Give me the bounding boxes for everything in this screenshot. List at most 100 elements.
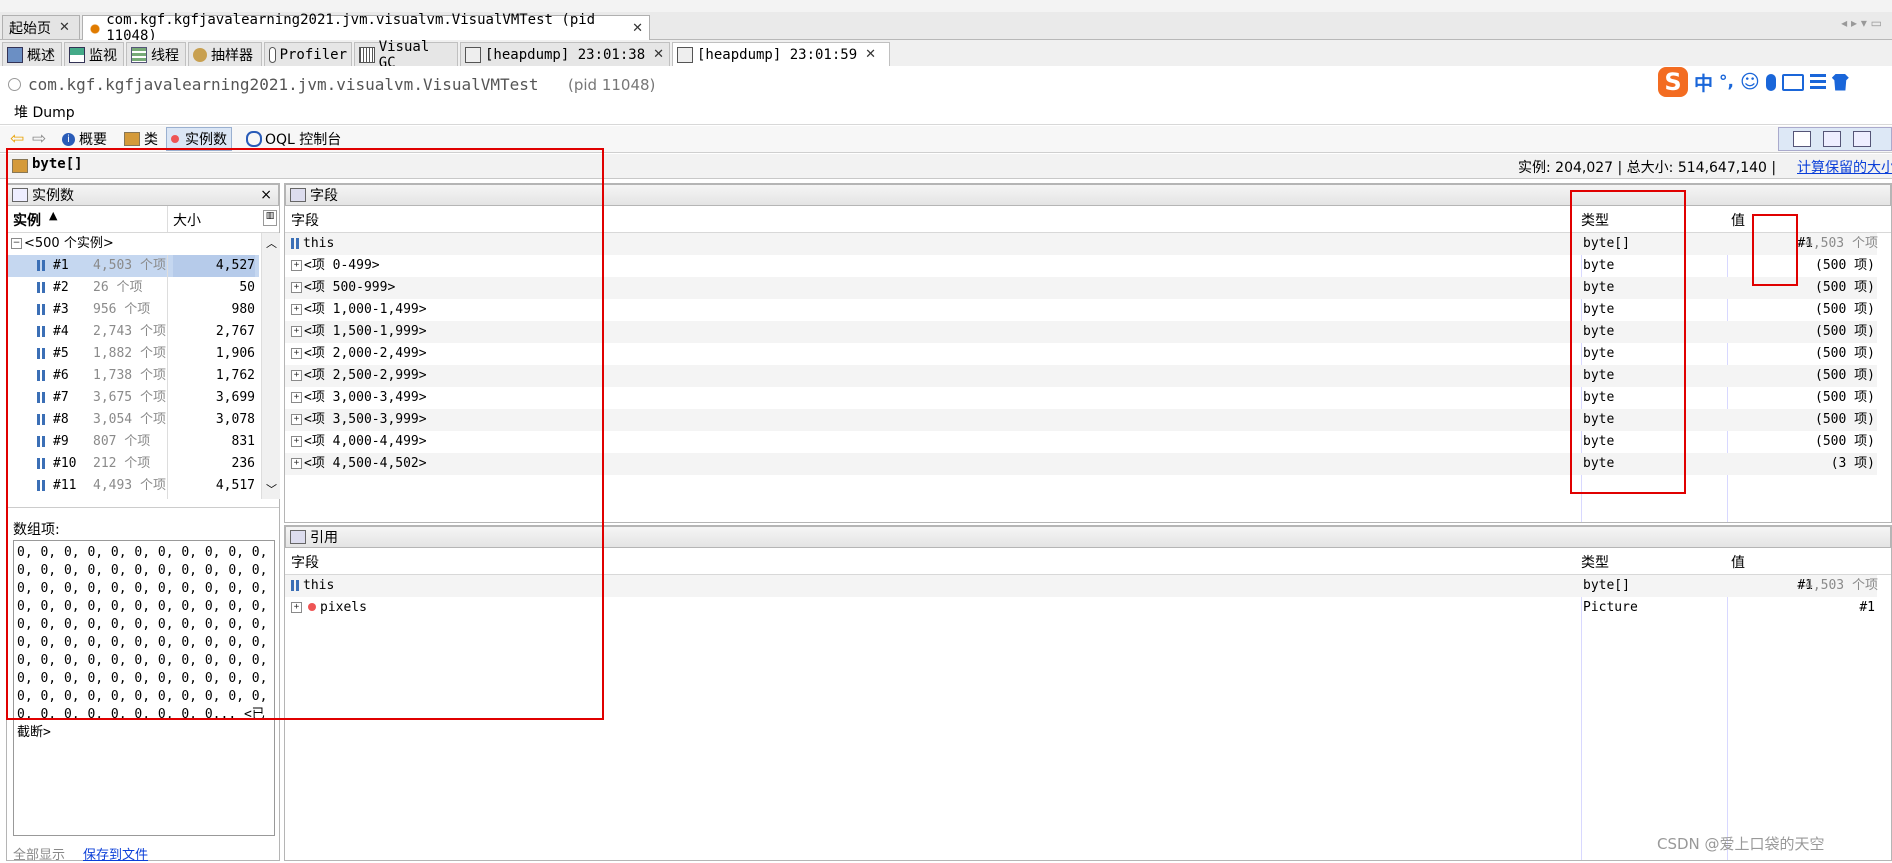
reference-row-pixels[interactable]: + pixels Picture #1	[285, 597, 1877, 619]
field-name: <项 1,500-1,999>	[304, 324, 427, 339]
tab-scroll-arrows[interactable]: ◂ ▸ ▾ ▭	[1841, 16, 1882, 30]
array-icon	[37, 480, 47, 491]
ime-language[interactable]: 中	[1694, 69, 1713, 96]
view-mode-2-icon[interactable]	[1823, 131, 1841, 147]
close-icon[interactable]: ✕	[653, 47, 664, 62]
tab-visualvm-app[interactable]: com.kgf.kgfjavalearning2021.jvm.visualvm…	[82, 12, 650, 44]
expand-icon[interactable]: +	[291, 370, 302, 381]
instance-row[interactable]: #5 1,882 个项 1,906	[7, 343, 259, 365]
column-instance[interactable]: 实例	[13, 210, 41, 230]
instance-row[interactable]: #3 956 个项 980	[7, 299, 259, 321]
collapse-icon[interactable]: −	[11, 238, 22, 249]
save-to-file-link[interactable]: 保存到文件	[83, 844, 148, 863]
instance-row[interactable]: #11 4,493 个项 4,517	[7, 475, 259, 497]
tab-profiler[interactable]: Profiler	[264, 42, 352, 66]
field-row[interactable]: + <项 4,500-4,502> byte (3 项)	[285, 453, 1877, 475]
expand-icon[interactable]: +	[291, 414, 302, 425]
nav-summary[interactable]: i 概要	[62, 128, 107, 150]
column-divider	[167, 365, 168, 387]
sogou-logo-icon[interactable]: S	[1658, 67, 1688, 97]
field-type: byte	[1583, 390, 1615, 405]
column-type[interactable]: 类型	[1581, 552, 1609, 572]
scroll-down-icon[interactable]: ﹀	[266, 481, 277, 497]
tab-visual-gc[interactable]: Visual GC	[354, 39, 458, 71]
close-icon[interactable]: ×	[260, 187, 272, 203]
field-row[interactable]: this byte[] #1 4,503 个项	[285, 233, 1878, 255]
field-row[interactable]: + <项 500-999> byte (500 项)	[285, 277, 1877, 299]
tab-overview[interactable]: 概述	[2, 42, 62, 66]
instance-row[interactable]: #8 3,054 个项 3,078	[7, 409, 259, 431]
nav-classes[interactable]: 类	[124, 128, 158, 150]
field-row[interactable]: + <项 2,500-2,999> byte (500 项)	[285, 365, 1877, 387]
instance-row[interactable]: #1 4,503 个项 4,527	[7, 255, 259, 277]
field-row[interactable]: + <项 2,000-2,499> byte (500 项)	[285, 343, 1877, 365]
array-icon	[37, 304, 47, 315]
instance-row[interactable]: #12 2,566 个项 2,590	[7, 497, 259, 499]
expand-icon[interactable]: +	[291, 282, 302, 293]
field-row[interactable]: + <项 3,500-3,999> byte (500 项)	[285, 409, 1877, 431]
instance-row[interactable]: #9 807 个项 831	[7, 431, 259, 453]
instance-size: 3,699	[215, 390, 255, 405]
instances-scrollbar[interactable]: ︿ ﹀	[261, 233, 280, 499]
tab-heapdump-2[interactable]: [heapdump] 23:01:59 ✕	[672, 42, 890, 66]
instance-row[interactable]: #6 1,738 个项 1,762	[7, 365, 259, 387]
array-icon	[37, 436, 47, 447]
tab-heapdump-1[interactable]: [heapdump] 23:01:38 ✕	[460, 42, 670, 66]
expand-icon[interactable]: +	[291, 348, 302, 359]
close-icon[interactable]: ✕	[632, 21, 643, 36]
scroll-up-icon[interactable]: ︿	[266, 235, 277, 251]
field-row[interactable]: + <项 1,500-1,999> byte (500 项)	[285, 321, 1877, 343]
column-size[interactable]: 大小	[173, 210, 201, 230]
view-mode-1-icon[interactable]	[1793, 131, 1811, 147]
references-panel: 引用 字段 类型 值 this byte[] #1 4,503 个项 + pixe…	[284, 525, 1892, 861]
tab-sampler[interactable]: 抽样器	[188, 42, 262, 66]
nav-instances[interactable]: 实例数	[166, 127, 232, 151]
reference-row-this[interactable]: this byte[] #1 4,503 个项	[285, 575, 1878, 597]
column-value[interactable]: 值	[1731, 210, 1745, 230]
close-icon[interactable]: ✕	[59, 20, 70, 35]
splitter[interactable]	[7, 507, 279, 514]
microphone-icon[interactable]	[1765, 73, 1776, 91]
column-value[interactable]: 值	[1731, 552, 1745, 572]
column-chooser-icon[interactable]: ▥	[263, 210, 277, 226]
instance-row[interactable]: #2 26 个项 50	[7, 277, 259, 299]
expand-icon[interactable]: +	[291, 392, 302, 403]
tab-threads[interactable]: 线程	[126, 42, 186, 66]
compute-retained-size-link[interactable]: 计算保留的大小	[1797, 157, 1892, 177]
column-type[interactable]: 类型	[1581, 210, 1609, 230]
keyboard-icon[interactable]	[1781, 73, 1804, 91]
reference-field: pixels	[320, 600, 367, 615]
instance-row[interactable]: #10 212 个项 236	[7, 453, 259, 475]
emoji-icon[interactable]: ☺	[1740, 71, 1760, 93]
expand-icon[interactable]: +	[291, 602, 302, 613]
forward-arrow-icon[interactable]: ⇨	[32, 129, 46, 149]
ime-punctuation[interactable]: °,	[1719, 72, 1734, 92]
instance-row[interactable]: #4 2,743 个项 2,767	[7, 321, 259, 343]
back-arrow-icon[interactable]: ⇦	[10, 129, 24, 149]
column-field[interactable]: 字段	[291, 210, 319, 230]
show-all-link[interactable]: 全部显示	[13, 844, 65, 863]
array-items-textarea[interactable]: 0, 0, 0, 0, 0, 0, 0, 0, 0, 0, 0, 0, 0, 0,…	[13, 540, 275, 836]
expand-icon[interactable]: +	[291, 326, 302, 337]
expand-icon[interactable]: +	[291, 436, 302, 447]
field-row[interactable]: + <项 4,000-4,499> byte (500 项)	[285, 431, 1877, 453]
column-divider	[167, 453, 168, 475]
field-row[interactable]: + <项 0-499> byte (500 项)	[285, 255, 1877, 277]
close-icon[interactable]: ✕	[865, 47, 876, 62]
field-row[interactable]: + <项 3,000-3,499> byte (500 项)	[285, 387, 1877, 409]
nav-oql[interactable]: OQL 控制台	[246, 128, 341, 150]
view-mode-buttons	[1778, 127, 1892, 151]
view-mode-3-icon[interactable]	[1853, 131, 1871, 147]
column-field[interactable]: 字段	[291, 552, 319, 572]
field-row[interactable]: + <项 1,000-1,499> byte (500 项)	[285, 299, 1877, 321]
expand-icon[interactable]: +	[291, 458, 302, 469]
toolbox-icon[interactable]	[1809, 74, 1826, 90]
instance-row[interactable]: #7 3,675 个项 3,699	[7, 387, 259, 409]
expand-icon[interactable]: +	[291, 260, 302, 271]
instance-items: 1,738 个项	[93, 368, 166, 383]
skin-icon[interactable]	[1831, 73, 1849, 91]
tab-start-page[interactable]: 起始页 ✕	[2, 15, 80, 39]
instances-root[interactable]: − <500 个实例>	[7, 233, 259, 255]
tab-monitor[interactable]: 监视	[64, 42, 124, 66]
expand-icon[interactable]: +	[291, 304, 302, 315]
